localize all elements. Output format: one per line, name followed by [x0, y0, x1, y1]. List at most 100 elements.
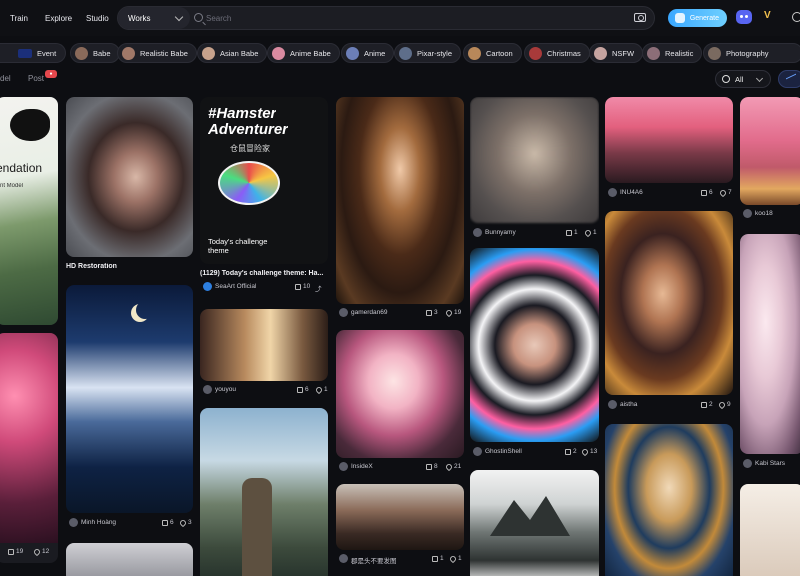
- tag-christmas[interactable]: Christmas: [524, 43, 590, 63]
- tag-asian-babe[interactable]: Asian Babe: [197, 43, 268, 63]
- time-filter-select[interactable]: All: [715, 70, 771, 88]
- favorite-count[interactable]: 1: [314, 385, 328, 394]
- favorite-count[interactable]: 21: [444, 462, 461, 471]
- like-count[interactable]: 2: [565, 448, 577, 455]
- card-author[interactable]: gamerdan69: [351, 309, 388, 316]
- like-count[interactable]: 1: [566, 229, 578, 236]
- avatar[interactable]: [743, 459, 752, 468]
- gallery-card[interactable]: InsideX 8 21: [336, 330, 464, 476]
- card-author[interactable]: Bunnyamy: [485, 229, 516, 236]
- gallery-card[interactable]: aistha 2 9: [605, 211, 733, 414]
- gallery-card[interactable]: INU4A6 6 7: [605, 97, 733, 201]
- gallery-card[interactable]: 19 12: [0, 333, 58, 563]
- tag-nsfw[interactable]: NSFW: [589, 43, 644, 63]
- like-count[interactable]: 6: [701, 189, 713, 196]
- nav-train[interactable]: Train: [10, 14, 28, 23]
- tag-babe[interactable]: Babe: [70, 43, 120, 63]
- nav-studio[interactable]: Studio: [86, 14, 109, 23]
- thumbs-up-icon: [426, 309, 432, 316]
- tab-post[interactable]: Post: [28, 74, 44, 83]
- card-meta: youyou 6 1: [200, 385, 328, 402]
- gallery-card[interactable]: [200, 408, 328, 576]
- avatar[interactable]: [203, 282, 212, 291]
- gallery-card[interactable]: [740, 484, 800, 576]
- search-scope-select[interactable]: Works: [118, 7, 190, 29]
- like-count[interactable]: 19: [8, 548, 23, 555]
- avatar[interactable]: [608, 188, 617, 197]
- avatar[interactable]: [473, 447, 482, 456]
- favorite-count[interactable]: 1: [583, 228, 597, 237]
- card-author[interactable]: youyou: [215, 386, 236, 393]
- card-meta: SeaArt Official 10 ⤴: [200, 282, 328, 295]
- avatar[interactable]: [608, 400, 617, 409]
- gallery-card[interactable]: youyou 6 1: [200, 309, 328, 402]
- card-author[interactable]: SeaArt Official: [215, 283, 256, 290]
- avatar[interactable]: [743, 209, 752, 218]
- info-icon[interactable]: [792, 12, 800, 22]
- tag-realistic[interactable]: Realistic: [642, 43, 703, 63]
- card-author[interactable]: aistha: [620, 401, 637, 408]
- card-author[interactable]: Kabi Stars: [755, 460, 785, 467]
- tag-anime-babe[interactable]: Anime Babe: [267, 43, 340, 63]
- avatar[interactable]: [339, 462, 348, 471]
- favorite-count[interactable]: 12: [32, 547, 49, 556]
- tag-pixar-style[interactable]: Pixar-style: [394, 43, 462, 63]
- gallery-card[interactable]: Kabi Stars: [740, 234, 800, 474]
- gallery-card[interactable]: HD Restoration: [66, 97, 193, 275]
- gallery-card[interactable]: [470, 470, 599, 576]
- card-author[interactable]: koo18: [755, 210, 773, 217]
- vip-crown-icon[interactable]: V: [764, 10, 771, 21]
- tag-anime[interactable]: Anime: [341, 43, 395, 63]
- like-count[interactable]: 8: [426, 463, 438, 470]
- gallery-card[interactable]: 郡是头不要发图 1 1: [336, 484, 464, 570]
- card-author[interactable]: INU4A6: [620, 189, 643, 196]
- camera-icon[interactable]: [634, 13, 646, 22]
- trending-button[interactable]: [778, 70, 800, 88]
- gallery-card[interactable]: Minh Hoàng 6 3: [66, 285, 193, 533]
- generate-button[interactable]: Generate: [668, 9, 727, 27]
- nav-explore[interactable]: Explore: [45, 14, 72, 23]
- avatar[interactable]: [203, 385, 212, 394]
- favorite-count[interactable]: 3: [178, 518, 192, 527]
- favorite-count[interactable]: 19: [444, 308, 461, 317]
- gallery-card[interactable]: [605, 424, 733, 576]
- gallery-card[interactable]: Bunnyamy 1 1: [470, 97, 599, 240]
- tag-thumbnail: [75, 46, 88, 60]
- like-count[interactable]: 2: [701, 401, 713, 408]
- card-image: [470, 248, 599, 442]
- gallery-card[interactable]: gamerdan69 3 19: [336, 97, 464, 322]
- favorite-count[interactable]: 7: [718, 188, 732, 197]
- search-input[interactable]: [206, 10, 606, 26]
- like-count[interactable]: 6: [297, 386, 309, 393]
- tag-event[interactable]: Event: [0, 43, 66, 63]
- gallery-card[interactable]: [66, 543, 193, 576]
- tag-photography[interactable]: Photography: [703, 43, 800, 63]
- heart-icon: [178, 518, 188, 527]
- like-count[interactable]: 10: [295, 283, 310, 290]
- discord-icon[interactable]: [736, 10, 752, 24]
- like-count[interactable]: 1: [432, 555, 444, 562]
- favorite-count[interactable]: 9: [717, 400, 731, 409]
- gallery-card[interactable]: #Hamster Adventurer 仓鼠冒险家 Today's challe…: [200, 97, 328, 295]
- avatar[interactable]: [473, 228, 482, 237]
- gallery-card[interactable]: koo18: [740, 97, 800, 224]
- like-count[interactable]: 6: [162, 519, 174, 526]
- thumbs-up-icon: [295, 283, 301, 290]
- time-filter-label: All: [735, 74, 744, 84]
- card-author[interactable]: 郡是头不要发图: [351, 555, 397, 565]
- tag-cartoon[interactable]: Cartoon: [463, 43, 522, 63]
- avatar[interactable]: [339, 554, 348, 563]
- avatar[interactable]: [339, 308, 348, 317]
- favorite-count[interactable]: 13: [580, 447, 597, 456]
- favorite-count[interactable]: 1: [448, 554, 462, 563]
- card-author[interactable]: InsideX: [351, 463, 373, 470]
- card-author[interactable]: Minh Hoàng: [81, 519, 116, 526]
- share-icon[interactable]: ⤴: [315, 283, 322, 293]
- like-count[interactable]: 3: [426, 309, 438, 316]
- gallery-card[interactable]: endation nt Model: [0, 97, 58, 325]
- avatar[interactable]: [69, 518, 78, 527]
- tag-realistic-babe[interactable]: Realistic Babe: [117, 43, 197, 63]
- tab-model[interactable]: del: [0, 74, 11, 83]
- gallery-card[interactable]: GhostinShell 2 13: [470, 248, 599, 460]
- card-author[interactable]: GhostinShell: [485, 448, 522, 455]
